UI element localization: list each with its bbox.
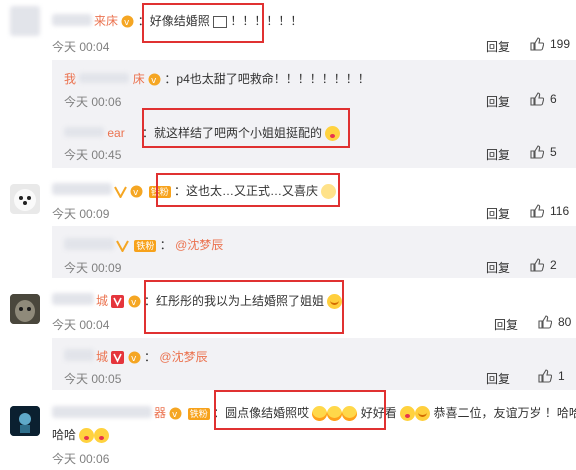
emoji-icon — [94, 428, 110, 444]
thumb-up-icon — [530, 258, 544, 272]
avatar[interactable] — [10, 294, 40, 324]
highlight-box — [142, 3, 264, 43]
svg-text:v: v — [151, 76, 157, 86]
comment-text: ： — [144, 350, 157, 364]
like-button[interactable]: 199 — [530, 37, 570, 51]
comment-text: ：p4也太甜了吧救命！！！！！！！！ — [164, 72, 370, 86]
mention-link[interactable]: @沈梦辰 — [175, 238, 223, 252]
avatar[interactable] — [10, 184, 40, 214]
username[interactable]: 城 — [96, 294, 108, 308]
timestamp: 今天 00:06 — [52, 452, 110, 466]
highlight-box — [144, 280, 344, 334]
username-blurred — [64, 238, 114, 250]
username-blurred — [64, 127, 104, 137]
thumb-up-icon — [530, 204, 544, 218]
username[interactable]: 器 — [154, 406, 166, 420]
vip-icon: v — [128, 295, 141, 308]
username[interactable]: 来床 — [94, 14, 118, 28]
comment-text-5: 哈哈 — [52, 428, 77, 442]
reply-button[interactable]: 回复 — [486, 205, 510, 222]
like-button[interactable]: 2 — [530, 258, 557, 272]
comment-text-3: 恭喜二位，友谊万岁 — [433, 406, 542, 420]
comment-4: 器 v 铁粉 ：圆点像结婚照哎 好好看 恭喜二位，友谊万岁 ！哈哈 哈哈 今天 … — [0, 390, 576, 470]
timestamp: 今天 00:45 — [64, 148, 122, 162]
like-count: 116 — [550, 204, 570, 218]
fan-badge: 铁粉 — [134, 239, 157, 252]
username-prefix[interactable]: 我 — [64, 72, 76, 86]
like-count: 1 — [558, 369, 565, 383]
like-count: 6 — [550, 92, 557, 106]
username-blurred — [52, 293, 94, 305]
thumb-up-icon — [538, 369, 552, 383]
sub-reply-3: 铁粉 ： @沈梦辰 今天 00:09 回复 2 — [0, 226, 576, 278]
username[interactable]: 城 — [96, 350, 108, 364]
reply-button[interactable]: 回复 — [486, 93, 510, 110]
timestamp: 今天 00:09 — [52, 207, 110, 221]
like-button[interactable]: 80 — [538, 315, 571, 329]
username-blurred — [52, 183, 112, 195]
like-count: 80 — [558, 315, 572, 329]
like-button[interactable]: 6 — [530, 92, 557, 106]
sub-reply-4: 城 v ： @沈梦辰 今天 00:05 回复 1 — [0, 338, 576, 390]
verified-icon — [111, 351, 125, 365]
username-blurred — [79, 73, 130, 83]
mention-link[interactable]: @沈梦辰 — [159, 350, 207, 364]
like-button[interactable]: 116 — [530, 204, 569, 218]
username[interactable]: 床 — [133, 72, 145, 86]
highlight-box — [142, 108, 350, 148]
vip-icon: v — [169, 407, 182, 420]
username-blurred — [52, 14, 92, 26]
timestamp: 今天 00:04 — [52, 318, 110, 332]
reply-button[interactable]: 回复 — [486, 370, 510, 387]
vip-icon: v — [130, 185, 143, 198]
sub-reply-1: 我 床 v ：p4也太甜了吧救命！！！！！！！！ 今天 00:06 回复 6 — [0, 60, 576, 112]
reply-button[interactable]: 回复 — [486, 259, 510, 276]
timestamp: 今天 00:09 — [64, 261, 122, 275]
verified-icon — [114, 186, 127, 199]
highlight-box — [156, 173, 340, 207]
thumb-up-icon — [538, 315, 552, 329]
comment-text-4: ！哈哈 — [544, 406, 576, 420]
sub-reply-2: ear ：就这样结了吧两个小姐姐挺配的 今天 00:45 回复 5 — [0, 108, 576, 168]
thumb-up-icon — [530, 145, 544, 159]
fan-badge: 铁粉 — [187, 407, 210, 420]
svg-text:v: v — [131, 354, 137, 364]
timestamp: 今天 00:05 — [64, 372, 122, 386]
thumb-up-icon — [530, 37, 544, 51]
vip-icon: v — [128, 351, 141, 364]
avatar[interactable] — [10, 406, 40, 436]
reply-button[interactable]: 回复 — [494, 316, 518, 333]
reply-button[interactable]: 回复 — [486, 38, 510, 55]
svg-text:v: v — [172, 410, 178, 420]
verified-icon — [111, 295, 125, 309]
comment-1: 来床 v ：好像结婚照 ！！！！！！ 今天 00:04 回复 199 — [0, 0, 576, 60]
svg-text:v: v — [124, 18, 130, 28]
verified-icon — [116, 240, 129, 253]
timestamp: 今天 00:04 — [52, 40, 110, 54]
svg-text:v: v — [131, 298, 137, 308]
username-blurred — [52, 406, 152, 418]
like-count: 2 — [550, 258, 557, 272]
timestamp: 今天 00:06 — [64, 95, 122, 109]
like-count: 5 — [550, 145, 557, 159]
reply-button[interactable]: 回复 — [486, 146, 510, 163]
thumb-up-icon — [530, 92, 544, 106]
like-button[interactable]: 1 — [538, 369, 565, 383]
comment-3: 城 v ：红彤彤的我以为上结婚照了姐姐 今天 00:04 回复 80 — [0, 280, 576, 334]
like-count: 199 — [550, 37, 571, 51]
username-blurred — [64, 349, 94, 361]
comment-2: v 铁粉 ：这也太…又正式…又喜庆 今天 00:09 回复 116 — [0, 170, 576, 224]
emoji-icon — [415, 406, 431, 422]
like-button[interactable]: 5 — [530, 145, 557, 159]
vip-icon: v — [148, 73, 161, 86]
highlight-box — [214, 390, 386, 430]
emoji-icon — [79, 428, 95, 444]
svg-text:v: v — [133, 188, 139, 198]
avatar-blurred — [10, 6, 40, 36]
emoji-icon — [400, 406, 416, 422]
vip-icon: v — [121, 15, 134, 28]
comment-text: ： — [159, 238, 172, 252]
username[interactable]: ear — [107, 126, 124, 140]
